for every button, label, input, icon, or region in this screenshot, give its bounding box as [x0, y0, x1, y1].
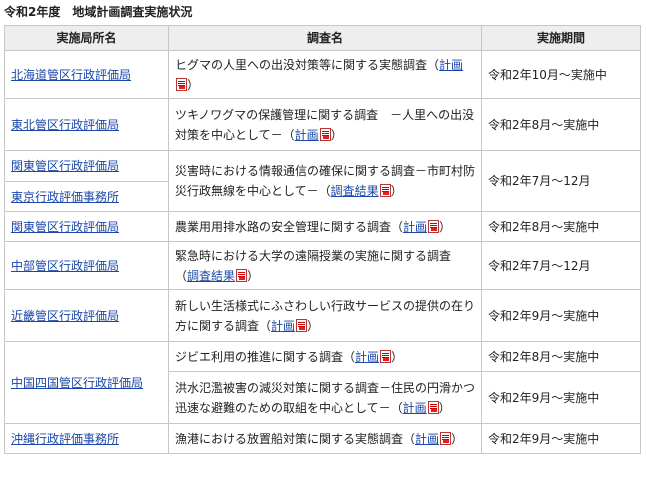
- pdf-icon[interactable]: [428, 219, 440, 233]
- table-row: 北海道管区行政評価局 ヒグマの人里への出没対策等に関する実態調査（計画 ） 令和2…: [4, 50, 641, 99]
- office-link[interactable]: 中国四国管区行政評価局: [11, 376, 143, 390]
- plan-link[interactable]: 計画: [439, 58, 463, 72]
- paren-close: ）: [438, 400, 451, 415]
- survey-cell: 農業用用排水路の安全管理に関する調査（計画 ）: [168, 211, 482, 242]
- survey-text: 農業用用排水路の安全管理に関する調査（: [175, 219, 404, 234]
- office-link[interactable]: 北海道管区行政評価局: [11, 68, 131, 82]
- period-cell: 令和2年9月～実施中: [481, 423, 641, 454]
- result-link[interactable]: 調査結果: [187, 269, 235, 283]
- period-cell: 令和2年9月～実施中: [481, 289, 641, 342]
- paren-close: ）: [187, 77, 200, 92]
- pdf-icon[interactable]: [427, 400, 439, 414]
- table-header-row: 実施局所名 調査名 実施期間: [4, 25, 641, 51]
- period-cell: 令和2年8月～実施中: [481, 211, 641, 242]
- table-row: 中部管区行政評価局 緊急時における大学の遠隔授業の実施に関する調査（調査結果） …: [4, 241, 641, 290]
- office-link[interactable]: 東京行政評価事務所: [11, 190, 119, 204]
- survey-cell: 漁港における放置船対策に関する実態調査（計画 ）: [168, 423, 482, 454]
- office-line: 関東管区行政評価局: [5, 151, 168, 181]
- table-row: 関東管区行政評価局 東京行政評価事務所 災害時における情報通信の確保に関する調査…: [4, 150, 641, 212]
- office-cell: 関東管区行政評価局 東京行政評価事務所: [4, 150, 169, 212]
- survey-text: 漁港における放置船対策に関する実態調査（: [175, 431, 416, 446]
- survey-cell: 災害時における情報通信の確保に関する調査－市町村防災行政無線を中心として－（調査…: [168, 150, 482, 212]
- office-link[interactable]: 東北管区行政評価局: [11, 118, 119, 132]
- survey-cell: 洪水氾濫被害の減災対策に関する調査－住民の円滑かつ迅速な避難のための取組を中心と…: [168, 371, 482, 424]
- survey-text: ヒグマの人里への出没対策等に関する実態調査（: [175, 57, 440, 72]
- header-office: 実施局所名: [4, 25, 169, 51]
- office-cell: 東北管区行政評価局: [4, 98, 169, 151]
- office-cell: 沖縄行政評価事務所: [4, 423, 169, 454]
- table-row: 関東管区行政評価局 農業用用排水路の安全管理に関する調査（計画 ） 令和2年8月～…: [4, 211, 641, 242]
- office-cell: 近畿管区行政評価局: [4, 289, 169, 342]
- period-cell: 令和2年9月～実施中: [481, 371, 641, 424]
- period-cell: 令和2年7月～12月: [481, 150, 641, 212]
- table-row: 中国四国管区行政評価局 ジビエ利用の推進に関する調査（計画） 令和2年8月～実施…: [4, 341, 641, 424]
- pdf-icon[interactable]: [379, 184, 391, 197]
- office-link[interactable]: 中部管区行政評価局: [11, 259, 119, 273]
- paren-close: ）: [391, 349, 404, 364]
- pdf-icon[interactable]: [319, 127, 331, 141]
- plan-link[interactable]: 計画: [403, 401, 427, 415]
- office-link[interactable]: 関東管区行政評価局: [11, 159, 119, 173]
- pdf-icon[interactable]: [380, 349, 392, 363]
- period-cell: 令和2年8月～実施中: [481, 98, 641, 151]
- paren-close: ）: [307, 318, 320, 333]
- pdf-icon[interactable]: [296, 318, 308, 332]
- pdf-icon[interactable]: [176, 77, 187, 91]
- office-line: 東京行政評価事務所: [5, 181, 168, 211]
- survey-cell: 新しい生活様式にふさわしい行政サービスの提供の在り方に関する調査（計画 ）: [168, 289, 482, 342]
- paren-close: ）: [390, 184, 403, 198]
- paren-close: ）: [439, 219, 452, 234]
- survey-cell: ツキノワグマの保護管理に関する調査 －人里への出没対策を中心として－（計画）: [168, 98, 482, 151]
- survey-text: ジビエ利用の推進に関する調査（: [175, 349, 356, 364]
- table-row: 沖縄行政評価事務所 漁港における放置船対策に関する実態調査（計画 ） 令和2年9月…: [4, 423, 641, 454]
- survey-text: 災害時における情報通信の確保に関する調査－市町村防災行政無線を中心として－（: [175, 164, 476, 198]
- survey-cell: 緊急時における大学の遠隔授業の実施に関する調査（調査結果）: [168, 241, 482, 290]
- survey-cell: ヒグマの人里への出没対策等に関する実態調査（計画 ）: [168, 50, 482, 99]
- result-link[interactable]: 調査結果: [331, 184, 379, 198]
- office-cell: 中部管区行政評価局: [4, 241, 169, 290]
- period-cell: 令和2年8月～実施中: [481, 341, 641, 372]
- plan-link[interactable]: 計画: [403, 220, 427, 234]
- survey-table: 実施局所名 調査名 実施期間 北海道管区行政評価局 ヒグマの人里への出没対策等に…: [4, 25, 641, 454]
- header-period: 実施期間: [481, 25, 641, 51]
- paren-close: ）: [451, 431, 464, 446]
- office-link[interactable]: 沖縄行政評価事務所: [11, 432, 119, 446]
- table-row: 近畿管区行政評価局 新しい生活様式にふさわしい行政サービスの提供の在り方に関する…: [4, 289, 641, 342]
- survey-cell: ジビエ利用の推進に関する調査（計画 ）: [168, 341, 482, 372]
- office-link[interactable]: 関東管区行政評価局: [11, 220, 119, 234]
- office-link[interactable]: 近畿管区行政評価局: [11, 309, 119, 323]
- plan-link[interactable]: 計画: [355, 350, 379, 364]
- page-title: 令和2年度 地域計画調査実施状況: [4, 5, 193, 19]
- header-survey: 調査名: [168, 25, 482, 51]
- plan-link[interactable]: 計画: [415, 432, 439, 446]
- survey-text: 新しい生活様式にふさわしい行政サービスの提供の在り方に関する調査（: [175, 298, 476, 333]
- period-cell: 令和2年7月～12月: [481, 241, 641, 290]
- office-cell: 中国四国管区行政評価局: [4, 341, 169, 424]
- paren-close: ）: [247, 268, 260, 283]
- table-row: 東北管区行政評価局 ツキノワグマの保護管理に関する調査 －人里への出没対策を中心…: [4, 98, 641, 151]
- period-cell: 令和2年10月～実施中: [481, 50, 641, 99]
- office-cell: 関東管区行政評価局: [4, 211, 169, 242]
- plan-link[interactable]: 計画: [295, 128, 319, 142]
- plan-link[interactable]: 計画: [271, 319, 295, 333]
- office-cell: 北海道管区行政評価局: [4, 50, 169, 99]
- paren-close: ）: [330, 127, 343, 142]
- pdf-icon[interactable]: [440, 431, 452, 445]
- pdf-icon[interactable]: [236, 268, 248, 282]
